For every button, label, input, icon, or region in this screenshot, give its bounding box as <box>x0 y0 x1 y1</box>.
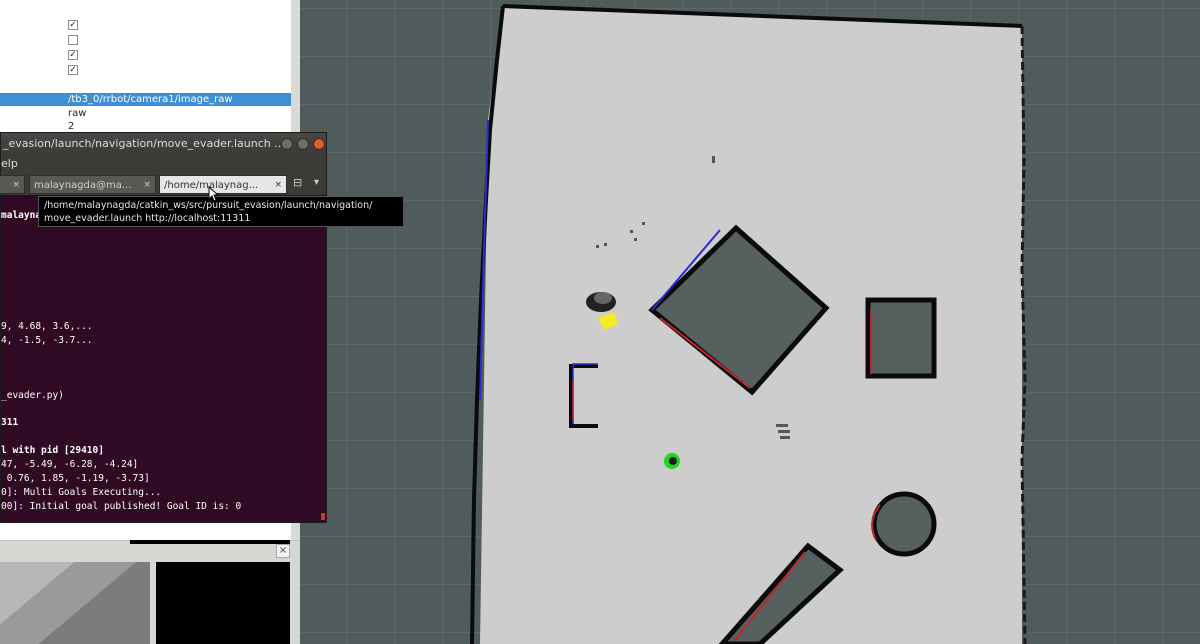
terminal-window[interactable]: _evasion/launch/navigation/move_evader.l… <box>0 132 327 523</box>
display-checkbox-2[interactable] <box>68 35 78 45</box>
image-topic-field[interactable]: /tb3_0/rrbot/camera1/image_raw <box>0 93 291 106</box>
display-checkbox-3[interactable]: ✓ <box>68 50 78 60</box>
terminal-line: _evader.py) <box>1 390 64 401</box>
tab-close-icon[interactable]: × <box>12 176 20 193</box>
terminal-output[interactable]: malaynag 9, 4.68, 3.6,... 4, -1.5, -3.7.… <box>1 195 321 522</box>
terminal-scroll-thumb[interactable] <box>321 513 325 520</box>
image-view-close-button[interactable]: × <box>276 544 290 558</box>
map-obstacle-circle <box>871 491 937 557</box>
terminal-line: 00]: Initial goal published! Goal ID is:… <box>1 501 242 512</box>
terminal-tab-label: malaynagda@ma... <box>34 180 132 191</box>
tab-close-icon[interactable]: × <box>274 176 282 193</box>
terminal-titlebar[interactable]: _evasion/launch/navigation/move_evader.l… <box>1 133 326 155</box>
map-obstacle-square <box>865 297 937 379</box>
terminal-line: 47, -5.49, -6.28, -4.24] <box>1 459 139 470</box>
display-checkbox-1[interactable]: ✓ <box>68 20 78 30</box>
tooltip-line-2: move_evader.launch http://localhost:1131… <box>44 213 251 224</box>
camera-image-view <box>0 562 150 644</box>
terminal-scrollbar[interactable] <box>319 195 326 522</box>
terminal-tab-2[interactable]: malaynagda@ma... × <box>29 175 156 194</box>
new-tab-icon[interactable]: ⊟ <box>293 176 302 189</box>
evader-robot-marker <box>664 453 680 469</box>
help-menu[interactable]: elp <box>1 157 18 170</box>
terminal-line: 9, 4.68, 3.6,... <box>1 321 93 332</box>
terminal-tab-1[interactable]: × <box>0 175 25 194</box>
mouse-cursor-icon <box>208 186 220 202</box>
terminal-tabbar: × malaynagda@ma... × /home/malaynag... ×… <box>0 173 326 195</box>
minimize-button[interactable] <box>281 138 293 150</box>
terminal-title: _evasion/launch/navigation/move_evader.l… <box>3 137 285 150</box>
terminal-tab-3[interactable]: /home/malaynag... × <box>159 175 287 194</box>
terminal-line: l with pid [29410] <box>1 445 104 456</box>
close-button[interactable] <box>313 138 325 150</box>
tab-menu-icon[interactable]: ▾ <box>314 177 319 188</box>
tooltip-line-1: /home/malaynagda/catkin_ws/src/pursuit_e… <box>44 200 373 211</box>
maximize-button[interactable] <box>297 138 309 150</box>
terminal-line: 0.76, 1.85, -1.19, -3.73] <box>1 473 150 484</box>
camera-image-view-black <box>156 562 290 644</box>
image-view-border <box>130 540 290 544</box>
transport-hint-field[interactable]: raw <box>0 107 291 120</box>
terminal-line: 0]: Multi Goals Executing... <box>1 487 162 498</box>
tab-tooltip: /home/malaynagda/catkin_ws/src/pursuit_e… <box>38 196 404 227</box>
terminal-line: 4, -1.5, -3.7... <box>1 335 93 346</box>
map-wall-right <box>1020 25 1027 644</box>
terminal-line: 311 <box>1 417 19 428</box>
display-checkbox-4[interactable]: ✓ <box>68 65 78 75</box>
terminal-menubar: elp <box>1 155 326 173</box>
tab-close-icon[interactable]: × <box>143 176 151 193</box>
